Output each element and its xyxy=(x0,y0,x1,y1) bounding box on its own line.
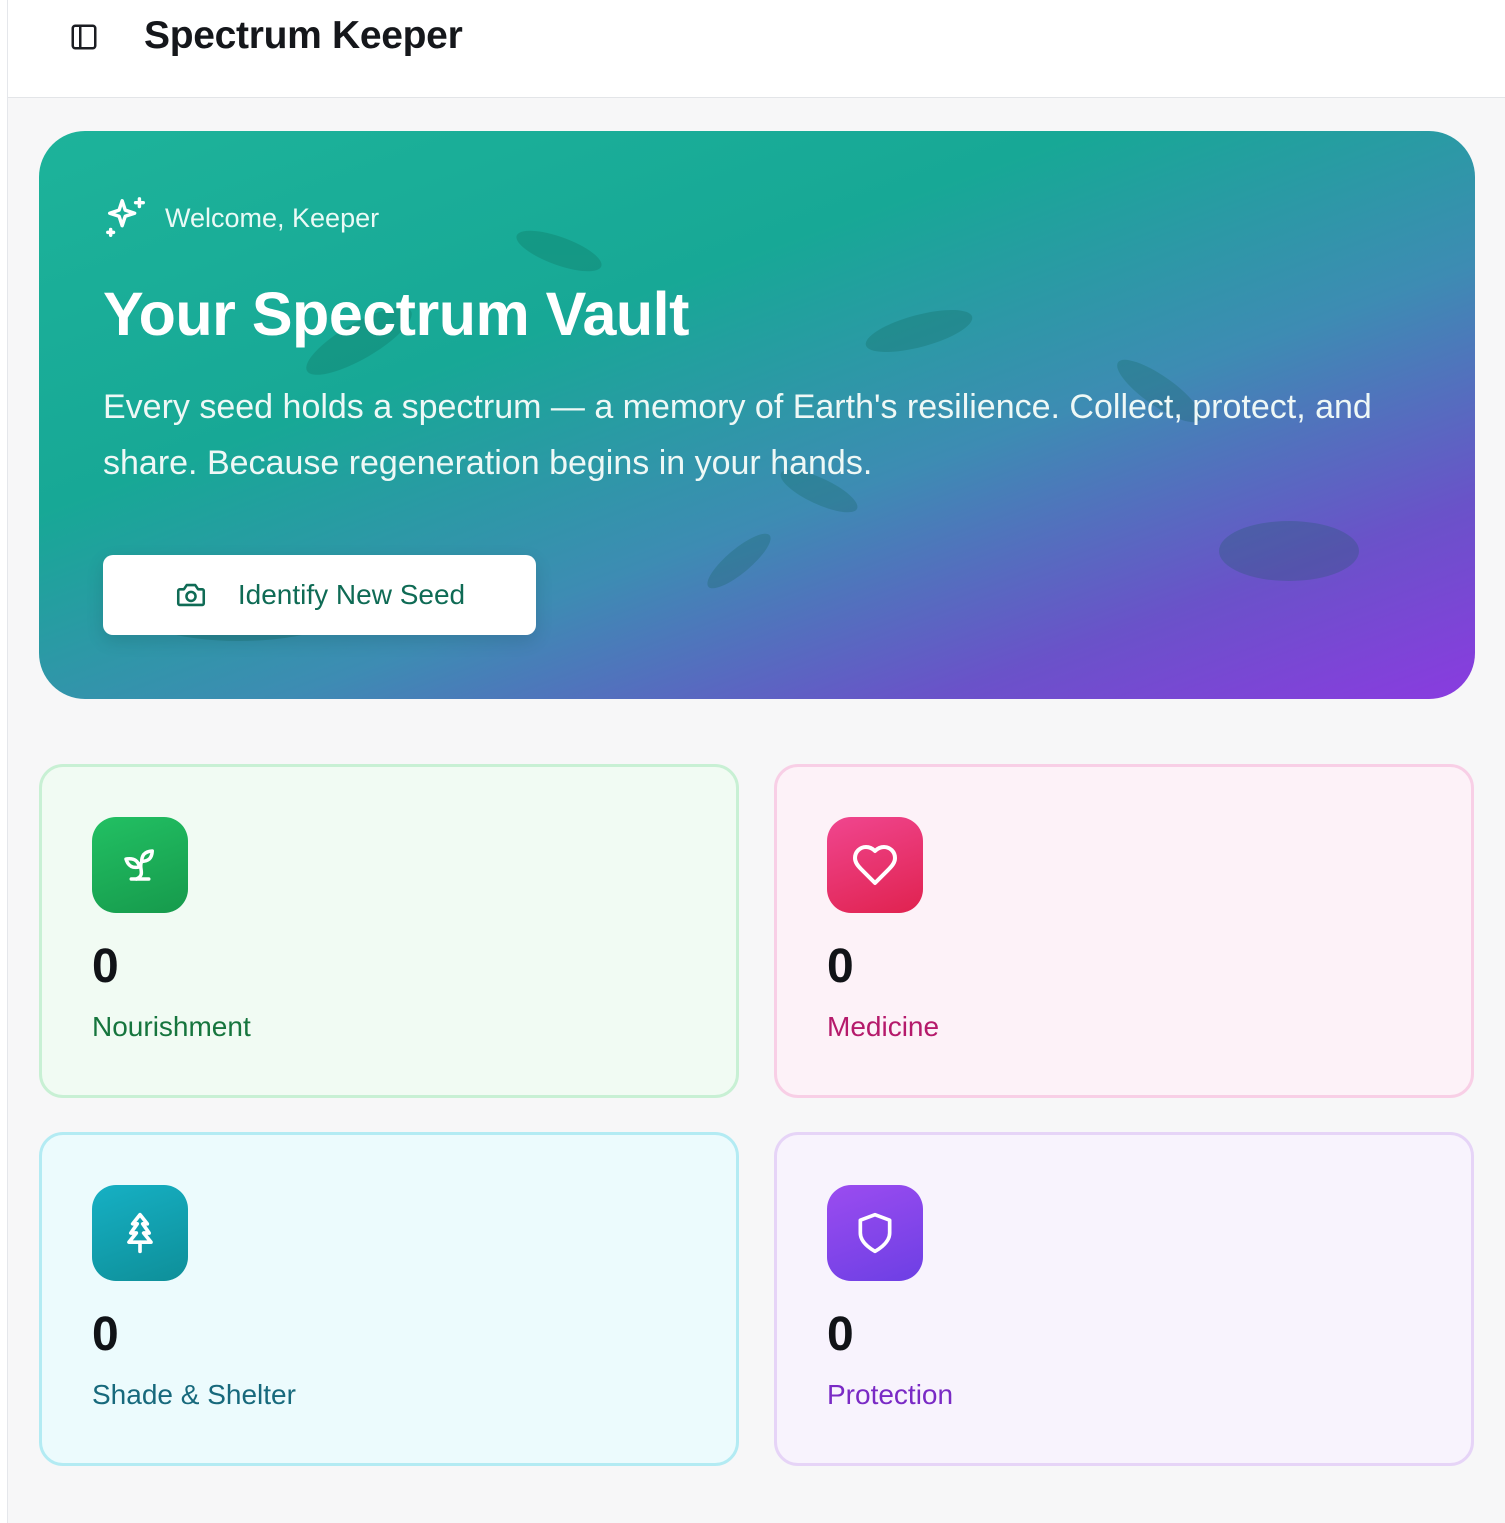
stat-card-nourishment[interactable]: 0 Nourishment xyxy=(39,764,739,1098)
top-bar: Spectrum Keeper xyxy=(8,0,1505,98)
sparkles-icon xyxy=(106,197,145,237)
nourishment-count: 0 xyxy=(92,940,119,993)
hero-title: Your Spectrum Vault xyxy=(103,280,689,348)
medicine-label: Medicine xyxy=(827,1011,940,1042)
sprout-icon xyxy=(124,849,154,881)
shade-shelter-label: Shade & Shelter xyxy=(92,1379,296,1410)
hero-banner: Welcome, Keeper Your Spectrum Vault Ever… xyxy=(39,131,1475,699)
protection-count: 0 xyxy=(827,1308,854,1361)
camera-icon xyxy=(176,583,205,607)
panel-left-icon xyxy=(71,24,97,50)
sidebar-toggle-button[interactable] xyxy=(64,17,104,57)
tree-icon xyxy=(127,1212,153,1254)
stat-card-shade-shelter[interactable]: 0 Shade & Shelter xyxy=(39,1132,739,1466)
shade-shelter-icon-box xyxy=(92,1185,188,1281)
medicine-icon-box xyxy=(827,817,923,913)
stat-card-protection[interactable]: 0 Protection xyxy=(774,1132,1474,1466)
nourishment-label: Nourishment xyxy=(92,1011,251,1042)
hero-description: Every seed holds a spectrum — a memory o… xyxy=(103,388,1372,482)
protection-icon-box xyxy=(827,1185,923,1281)
heart-icon xyxy=(853,845,897,885)
shield-icon xyxy=(858,1212,892,1254)
shade-shelter-count: 0 xyxy=(92,1308,119,1361)
app-title: Spectrum Keeper xyxy=(144,14,463,57)
stat-card-medicine[interactable]: 0 Medicine xyxy=(774,764,1474,1098)
protection-label: Protection xyxy=(827,1379,954,1410)
nourishment-icon-box xyxy=(92,817,188,913)
welcome-text: Welcome, Keeper xyxy=(165,202,380,233)
left-edge xyxy=(0,0,8,1523)
medicine-count: 0 xyxy=(827,940,854,993)
welcome-line: Welcome, Keeper xyxy=(103,195,379,241)
identify-new-seed-label: Identify New Seed xyxy=(237,579,466,610)
identify-new-seed-button[interactable]: Identify New Seed xyxy=(103,555,536,635)
